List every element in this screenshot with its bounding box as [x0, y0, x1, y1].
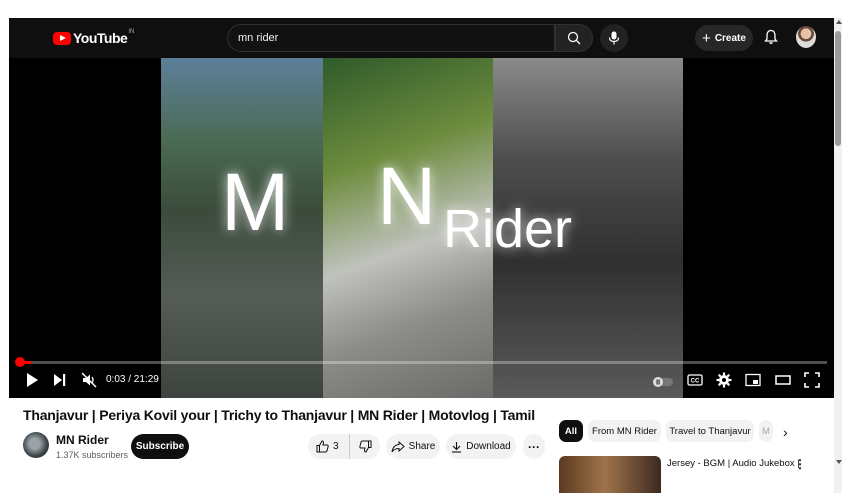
like-dislike-group: 3 — [308, 434, 380, 459]
top-bar: YouTube IN mn rider + Create — [9, 18, 834, 58]
search-icon — [567, 31, 581, 45]
search-button[interactable] — [555, 24, 593, 52]
search-query: mn rider — [238, 32, 279, 44]
thumbs-up-icon — [316, 440, 329, 453]
svg-text:CC: CC — [691, 379, 700, 385]
voice-search-button[interactable] — [600, 24, 628, 52]
video-overlay-letter-m: M — [221, 157, 290, 248]
video-overlay-letter-n: N — [377, 151, 437, 242]
notifications-bell-icon[interactable] — [762, 28, 780, 46]
dislike-button[interactable] — [350, 434, 380, 459]
like-count: 3 — [333, 441, 339, 452]
autoplay-toggle-icon[interactable] — [652, 374, 674, 390]
scrollbar-thumb[interactable] — [835, 31, 841, 146]
recommendation-more-icon[interactable]: ⋮ — [794, 457, 806, 471]
share-icon — [391, 440, 405, 452]
search-input[interactable]: mn rider — [227, 24, 555, 52]
microphone-icon — [608, 31, 620, 45]
recommendation-thumbnail[interactable] — [559, 456, 661, 493]
channel-avatar[interactable] — [23, 432, 49, 458]
share-label: Share — [408, 441, 436, 452]
chip-all[interactable]: All — [559, 420, 583, 442]
more-horizontal-icon: ··· — [528, 439, 540, 454]
user-avatar[interactable] — [796, 26, 816, 48]
miniplayer-icon[interactable] — [745, 372, 761, 388]
captions-icon[interactable]: CC — [687, 372, 703, 388]
subscribe-button[interactable]: Subscribe — [131, 434, 189, 459]
progress-scrubber[interactable] — [15, 357, 25, 367]
chip-partial[interactable]: M — [759, 420, 773, 442]
create-label: Create — [714, 32, 746, 44]
theater-mode-icon[interactable] — [775, 372, 791, 388]
download-label: Download — [466, 441, 511, 452]
plus-icon: + — [702, 29, 711, 47]
chip-travel-to-thanjavur[interactable]: Travel to Thanjavur — [666, 420, 754, 442]
youtube-logo[interactable]: YouTube IN — [53, 29, 135, 46]
download-button[interactable]: Download — [446, 434, 516, 459]
like-button[interactable]: 3 — [308, 434, 350, 459]
progress-bar[interactable] — [19, 361, 827, 364]
chip-from-mn-rider[interactable]: From MN Rider — [588, 420, 661, 442]
share-button[interactable]: Share — [386, 434, 440, 459]
scroll-up-arrow-icon[interactable] — [836, 20, 842, 24]
download-icon — [452, 441, 462, 453]
logo-text: YouTube — [73, 30, 128, 46]
play-icon[interactable] — [25, 372, 39, 388]
youtube-play-icon — [53, 31, 71, 45]
create-button[interactable]: + Create — [695, 25, 753, 51]
video-overlay-rider: Rider — [443, 199, 573, 259]
page-scrollbar[interactable] — [834, 18, 842, 493]
video-player-frame: YouTube IN mn rider + Create M N Rider 0… — [9, 18, 834, 398]
settings-gear-icon[interactable] — [716, 372, 732, 388]
channel-subscriber-count: 1.37K subscribers — [56, 450, 129, 460]
thumbs-down-icon — [358, 440, 371, 453]
chevron-right-icon[interactable]: › — [783, 424, 788, 440]
logo-country-code: IN — [128, 29, 135, 35]
next-icon[interactable] — [53, 372, 67, 388]
fullscreen-icon[interactable] — [804, 372, 820, 388]
video-frame[interactable]: M N Rider — [161, 58, 683, 398]
recommendation-title[interactable]: Jersey - BGM | Audio Jukebox | — [667, 458, 800, 469]
time-display: 0:03 / 21:29 — [106, 374, 159, 385]
volume-muted-icon[interactable] — [81, 372, 97, 388]
scroll-down-arrow-icon[interactable] — [836, 460, 842, 464]
channel-name[interactable]: MN Rider — [56, 433, 109, 447]
more-actions-button[interactable]: ··· — [523, 434, 545, 459]
video-title: Thanjavur | Periya Kovil your | Trichy t… — [23, 407, 535, 423]
